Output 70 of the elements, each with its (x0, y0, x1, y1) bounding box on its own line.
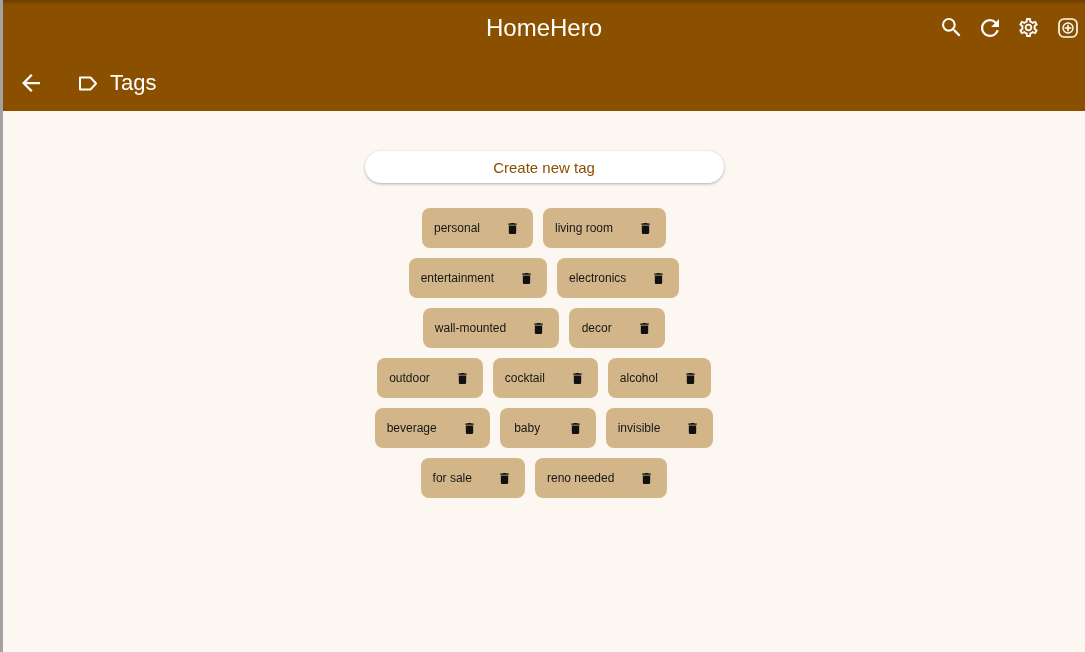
trash-icon (534, 322, 544, 334)
trash-icon (640, 322, 650, 334)
settings-button[interactable] (1019, 18, 1038, 37)
delete-tag-button[interactable] (572, 372, 582, 384)
refresh-icon (981, 18, 999, 37)
back-arrow-icon (22, 74, 40, 92)
trash-icon (654, 272, 664, 284)
delete-tag-button[interactable] (570, 422, 580, 434)
tag-chip[interactable]: outdoor (377, 358, 483, 398)
create-tag-button[interactable]: Create new tag (364, 151, 724, 183)
trash-icon (457, 372, 467, 384)
back-button[interactable] (22, 74, 40, 92)
settings-icon (1019, 18, 1038, 37)
trash-icon (642, 472, 652, 484)
tag-label: for sale (432, 471, 472, 485)
trash-icon (688, 422, 698, 434)
delete-tag-button[interactable] (685, 372, 695, 384)
tag-label: baby (514, 421, 541, 435)
tag-label: decor (581, 321, 612, 335)
search-button[interactable] (942, 18, 961, 37)
tag-chip[interactable]: beverage (374, 408, 490, 448)
trash-icon (522, 272, 531, 284)
plus-box-icon (1058, 17, 1078, 38)
tag-label: living room (555, 221, 614, 235)
delete-tag-button[interactable] (641, 222, 651, 234)
delete-tag-button[interactable] (464, 422, 474, 434)
delete-tag-button[interactable] (499, 472, 509, 484)
delete-tag-button[interactable] (508, 222, 517, 234)
tag-label: electronics (569, 271, 627, 285)
tag-label: cocktail (504, 371, 545, 385)
tag-label: entertainment (420, 271, 494, 285)
tag-chip[interactable]: decor (569, 308, 666, 348)
tag-label: invisible (617, 421, 661, 435)
trash-icon (499, 472, 509, 484)
tag-chip[interactable]: baby (499, 408, 596, 448)
delete-tag-button[interactable] (688, 422, 698, 434)
tag-chip[interactable]: for sale (420, 458, 525, 498)
search-icon (942, 18, 961, 37)
add-button[interactable] (1058, 17, 1078, 38)
tag-label: wall-mounted (434, 321, 507, 335)
tag-icon (78, 75, 98, 91)
tag-label: beverage (386, 421, 437, 435)
tag-chip[interactable]: personal (421, 208, 533, 248)
tag-chip[interactable]: electronics (557, 258, 680, 298)
refresh-button[interactable] (981, 18, 999, 37)
tag-chip[interactable]: living room (543, 208, 667, 248)
tag-chip[interactable]: entertainment (408, 258, 547, 298)
tag-chip[interactable]: wall-mounted (422, 308, 560, 348)
page-title: Tags (110, 70, 157, 96)
tag-label: alcohol (619, 371, 658, 385)
delete-tag-button[interactable] (522, 272, 531, 284)
trash-icon (464, 422, 474, 434)
tag-label: outdoor (389, 371, 430, 385)
trash-icon (685, 372, 695, 384)
delete-tag-button[interactable] (457, 372, 467, 384)
delete-tag-button[interactable] (534, 322, 544, 334)
app-title: HomeHero (485, 13, 602, 42)
delete-tag-button[interactable] (642, 472, 652, 484)
tag-label: personal (433, 221, 480, 235)
tag-chip[interactable]: alcohol (607, 358, 711, 398)
trash-icon (570, 422, 580, 434)
delete-tag-button[interactable] (654, 272, 664, 284)
tag-chip[interactable]: reno needed (534, 458, 668, 498)
trash-icon (508, 222, 517, 234)
trash-icon (641, 222, 651, 234)
delete-tag-button[interactable] (640, 322, 650, 334)
tag-chip[interactable]: invisible (605, 408, 714, 448)
tag-chip[interactable]: cocktail (492, 358, 598, 398)
tag-label: reno needed (546, 471, 615, 485)
trash-icon (572, 372, 582, 384)
